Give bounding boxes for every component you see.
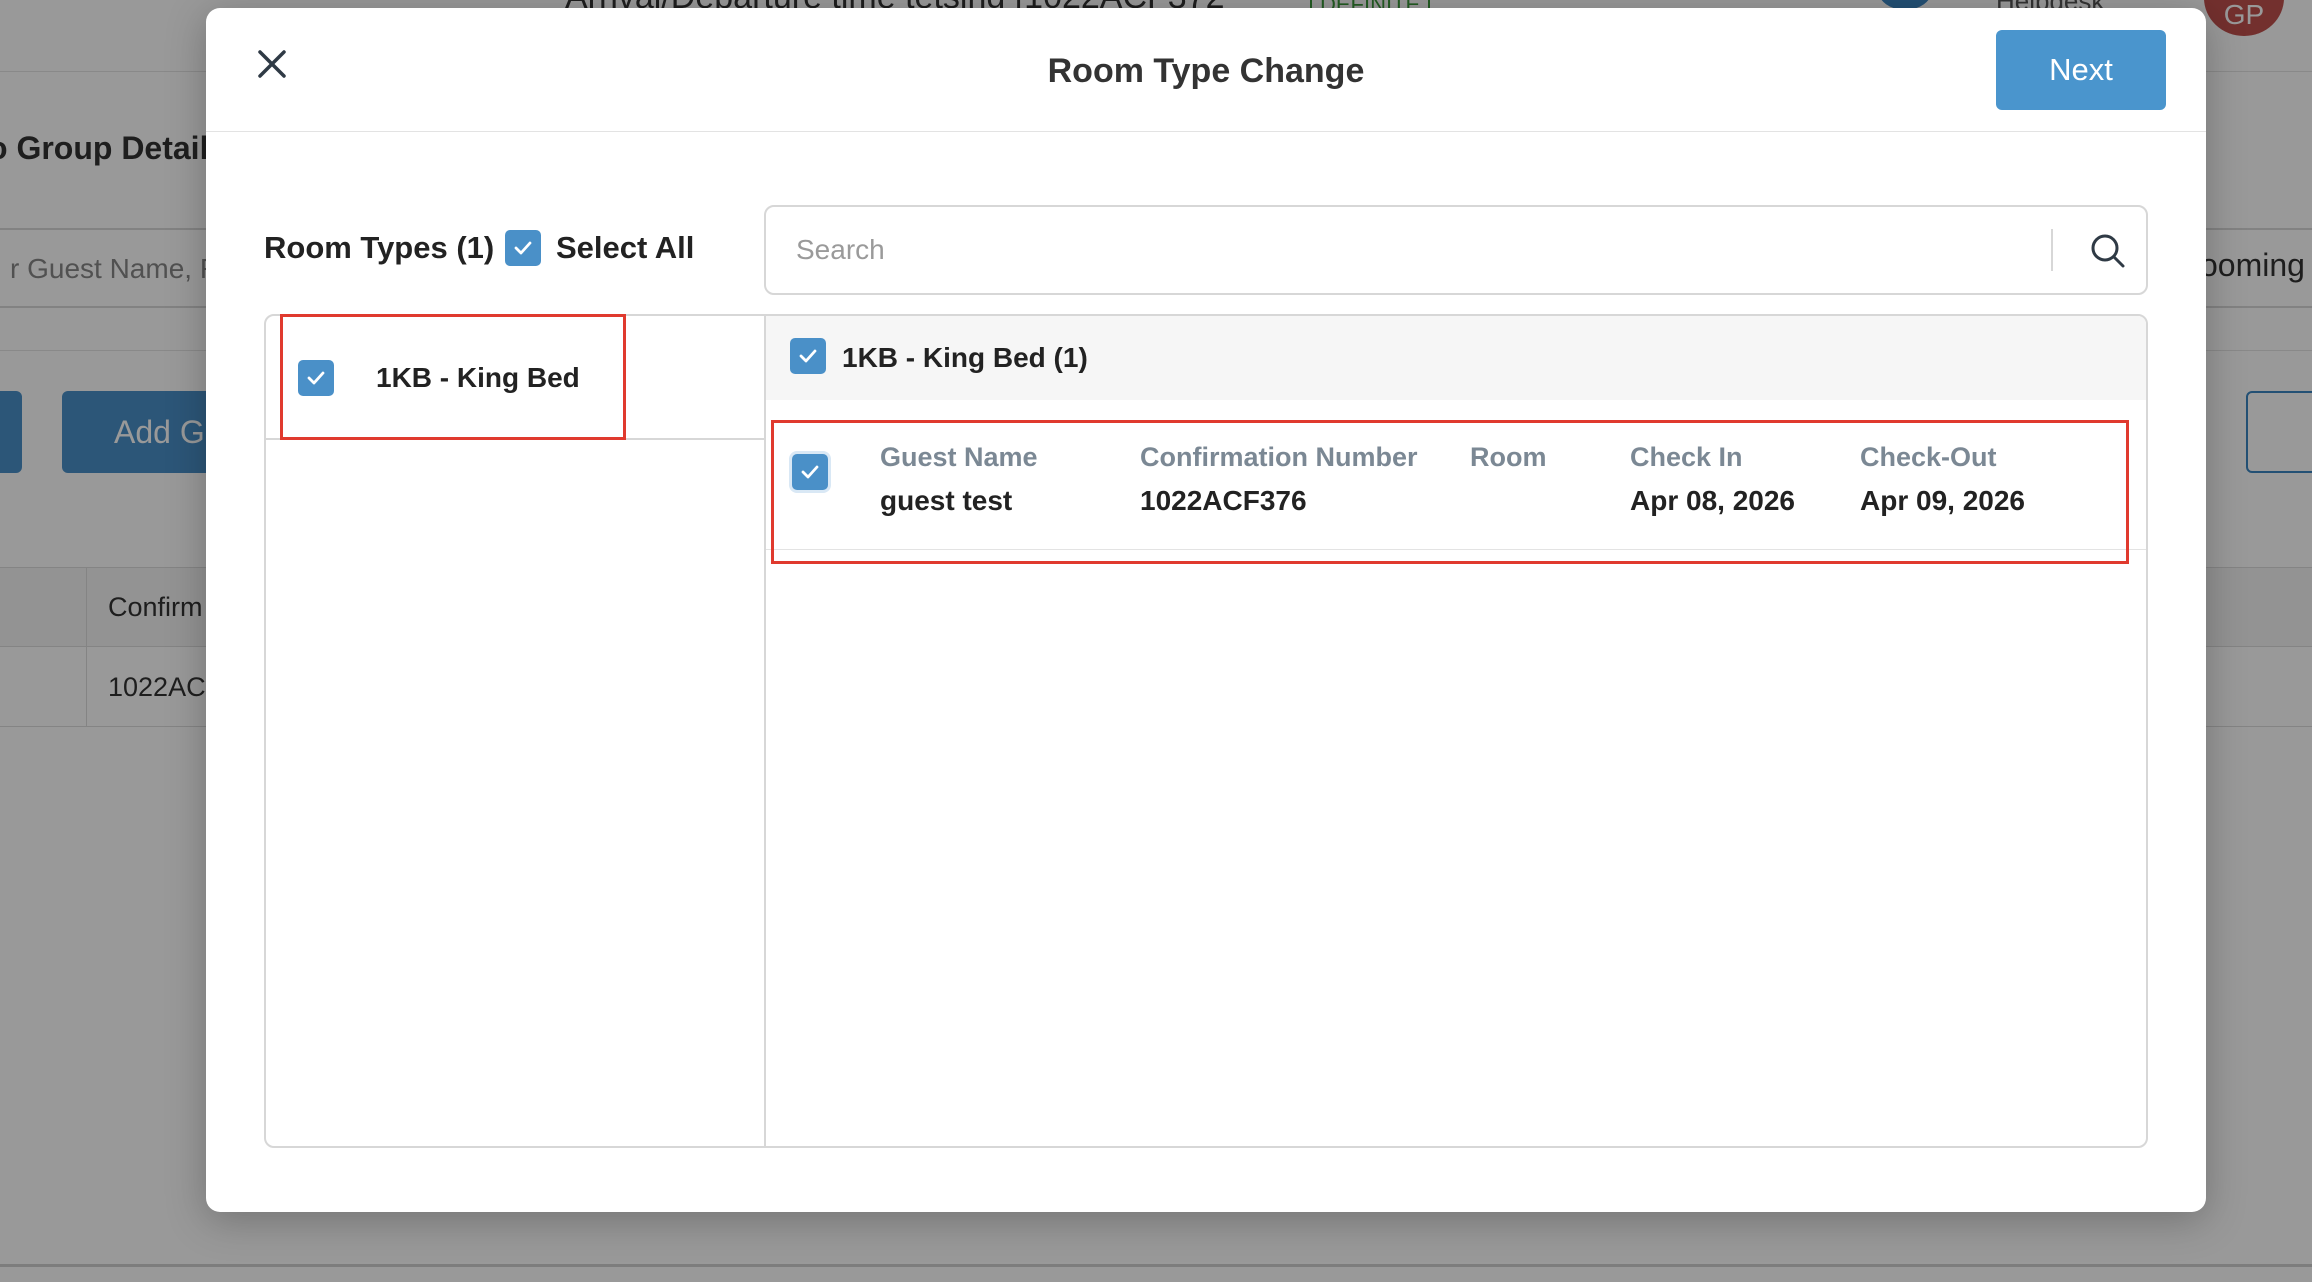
room-column: Room — [1470, 442, 1547, 485]
guest-name-column: Guest Name guest test — [880, 442, 1038, 517]
confirmation-header: Confirmation Number — [1140, 442, 1418, 472]
room-group-checkbox[interactable] — [790, 338, 826, 374]
room-header: Room — [1470, 442, 1547, 472]
room-type-item[interactable]: 1KB - King Bed — [266, 316, 766, 440]
guest-list-panel: 1KB - King Bed (1) Guest Name guest test… — [766, 316, 2146, 1146]
check-out-column: Check-Out Apr 09, 2026 — [1860, 442, 2025, 517]
checkmark-icon — [514, 241, 532, 255]
room-types-label: Room Types (1) — [264, 230, 495, 265]
room-group-label: 1KB - King Bed (1) — [842, 342, 1088, 373]
confirmation-value: 1022ACF376 — [1140, 485, 1307, 516]
checkmark-icon — [799, 349, 817, 363]
checkmark-icon — [307, 371, 325, 385]
guest-name-value: guest test — [880, 485, 1013, 516]
modal-header: Room Type Change Next — [206, 8, 2206, 132]
confirmation-column: Confirmation Number 1022ACF376 — [1140, 442, 1418, 517]
search-box — [764, 205, 2148, 295]
room-type-list: 1KB - King Bed — [266, 316, 766, 1146]
select-all-checkbox[interactable] — [505, 230, 541, 266]
check-in-value: Apr 08, 2026 — [1630, 485, 1795, 516]
check-out-value: Apr 09, 2026 — [1860, 485, 2025, 516]
search-button[interactable] — [2086, 229, 2130, 273]
room-type-panel: 1KB - King Bed 1KB - King Bed (1) Guest … — [264, 314, 2148, 1148]
guest-row[interactable]: Guest Name guest test Confirmation Numbe… — [766, 400, 2146, 550]
guest-row-checkbox[interactable] — [792, 454, 828, 490]
search-divider — [2051, 229, 2053, 271]
next-button[interactable]: Next — [1996, 30, 2166, 110]
select-all-label[interactable]: Select All — [556, 230, 694, 266]
search-icon — [2091, 234, 2125, 268]
modal-title: Room Type Change — [1047, 52, 1365, 90]
guest-name-header: Guest Name — [880, 442, 1038, 472]
room-type-checkbox[interactable] — [298, 360, 334, 396]
room-type-change-modal: Room Type Change Next Room Types (1) Sel… — [206, 8, 2206, 1212]
check-in-column: Check In Apr 08, 2026 — [1630, 442, 1795, 517]
checkmark-icon — [801, 465, 819, 479]
check-in-header: Check In — [1630, 442, 1743, 472]
room-group-header: 1KB - King Bed (1) — [766, 316, 2146, 400]
check-out-header: Check-Out — [1860, 442, 1997, 472]
search-input[interactable] — [768, 209, 2028, 291]
room-type-label: 1KB - King Bed — [376, 362, 580, 393]
